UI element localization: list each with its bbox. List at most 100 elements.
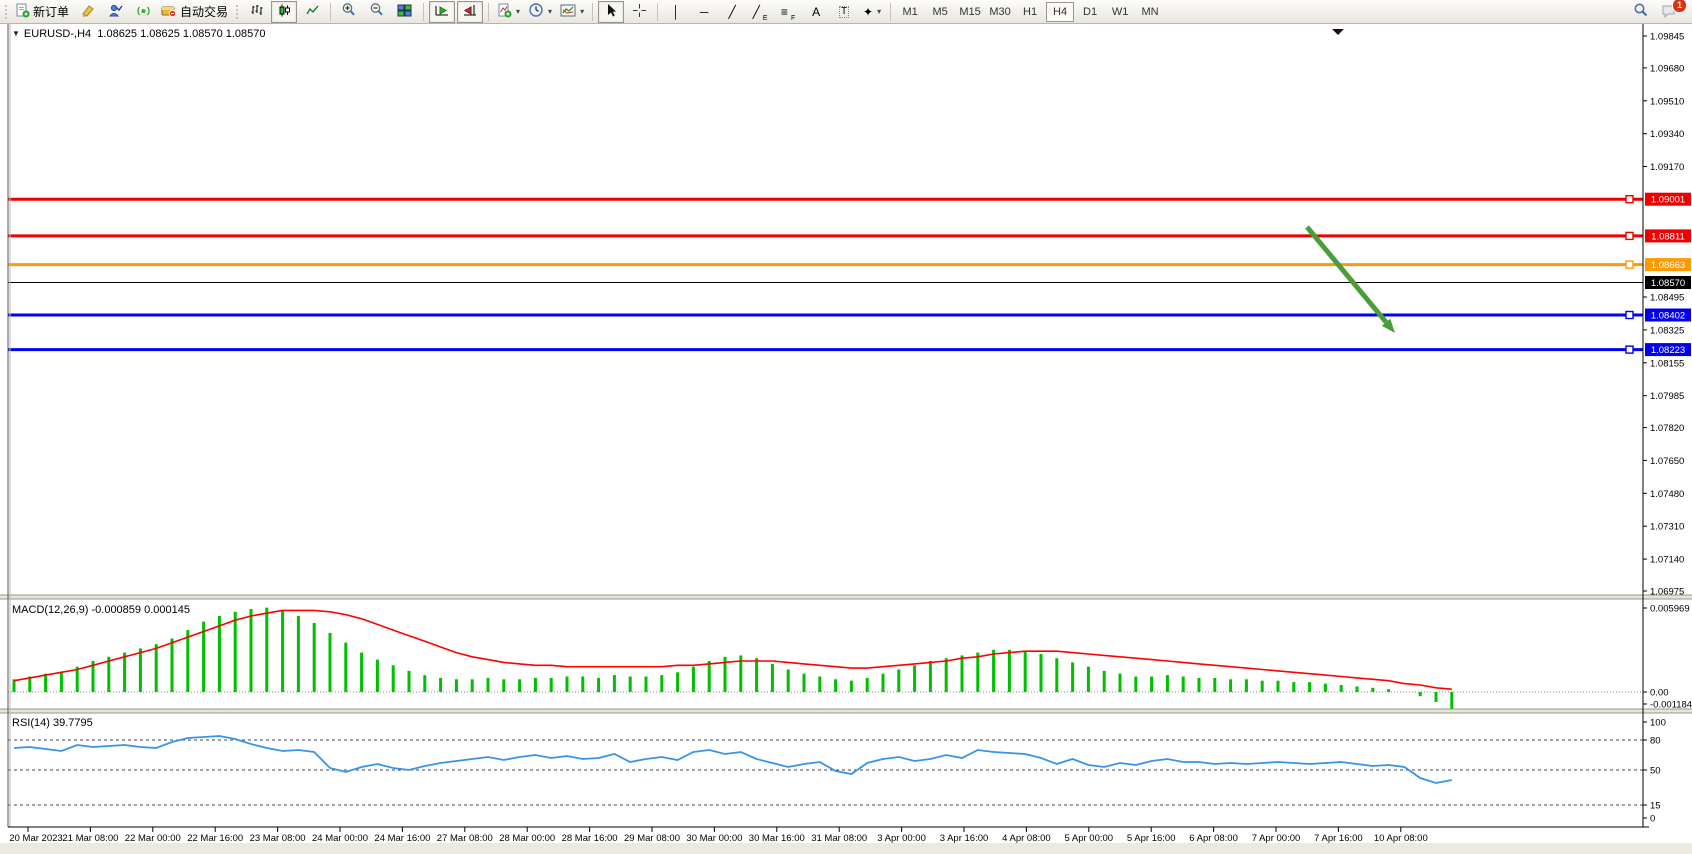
text-label-tool-button[interactable]: T	[831, 1, 857, 23]
notification-badge: 1	[1672, 0, 1687, 13]
svg-text:1.07480: 1.07480	[1650, 489, 1684, 500]
candlestick-mode-button[interactable]	[271, 1, 297, 23]
horizontal-lines-layer[interactable]: 1.090011.088111.086631.085701.084021.082…	[8, 193, 1691, 356]
indicators-button[interactable]: ▾	[494, 1, 523, 23]
chart-menu-icon[interactable]: ▼	[12, 29, 20, 38]
svg-text:23 Mar 08:00: 23 Mar 08:00	[250, 833, 306, 844]
svg-text:1.08495: 1.08495	[1650, 293, 1684, 304]
search-icon	[1633, 2, 1649, 21]
svg-text:0.00: 0.00	[1650, 688, 1669, 699]
arrows-tool-button[interactable]: ✦▾	[859, 1, 885, 23]
svg-text:3 Apr 16:00: 3 Apr 16:00	[940, 833, 989, 844]
autotrade-button[interactable]: 自动交易	[158, 1, 231, 23]
channel-tool-button[interactable]: ╱E	[747, 1, 773, 23]
svg-text:50: 50	[1650, 766, 1661, 777]
line-chart-mode-button[interactable]	[299, 1, 325, 23]
svg-text:1.09170: 1.09170	[1650, 162, 1684, 173]
svg-text:100: 100	[1650, 718, 1666, 729]
svg-text:-0.001184: -0.001184	[1650, 700, 1692, 711]
candlestick-icon	[277, 3, 292, 21]
trendline-tool-button[interactable]: ╱	[719, 1, 745, 23]
chart-shift-button[interactable]	[457, 1, 483, 23]
timeframe-w1-button[interactable]: W1	[1106, 2, 1134, 22]
new-order-label: 新订单	[33, 3, 69, 20]
line-chart-icon	[305, 3, 320, 21]
text-label-icon: T	[839, 6, 849, 18]
trend-arrow-annotation[interactable]	[1307, 227, 1395, 333]
time-axis[interactable]: 20 Mar 202321 Mar 08:0022 Mar 00:0022 Ma…	[9, 827, 1427, 844]
timeframe-mn-button[interactable]: MN	[1136, 2, 1164, 22]
timeframe-m30-button[interactable]: M30	[986, 2, 1014, 22]
cursor-icon	[604, 3, 618, 21]
crosshair-icon	[632, 3, 647, 21]
svg-text:1.09510: 1.09510	[1650, 96, 1684, 107]
rsi-pane: 1008050150	[8, 718, 1666, 825]
timeframe-m1-button[interactable]: M1	[896, 2, 924, 22]
highlighter-button[interactable]	[74, 1, 100, 23]
svg-text:1.08155: 1.08155	[1650, 358, 1684, 369]
svg-text:1.09001: 1.09001	[1651, 195, 1685, 206]
chart-canvas[interactable]: 1.090011.088111.086631.085701.084021.082…	[0, 24, 1692, 849]
autotrade-label: 自动交易	[180, 3, 228, 20]
svg-text:1.07310: 1.07310	[1650, 522, 1684, 533]
vertical-line-icon: │	[672, 6, 680, 18]
toolbar-grip[interactable]	[4, 4, 8, 20]
svg-text:15: 15	[1650, 801, 1661, 812]
text-tool-button[interactable]: A	[803, 1, 829, 23]
vline-tool-button[interactable]: │	[663, 1, 689, 23]
dropdown-arrow-icon[interactable]: ▾	[516, 7, 520, 16]
macd-indicator-label: MACD(12,26,9) -0.000859 0.000145	[12, 604, 190, 616]
signal-icon	[136, 3, 151, 21]
new-order-button[interactable]: 新订单	[12, 1, 72, 23]
search-button[interactable]	[1628, 1, 1654, 23]
svg-text:1.08570: 1.08570	[1651, 278, 1685, 289]
notifications-button[interactable]: 1	[1656, 1, 1682, 23]
crosshair-tool-button[interactable]	[626, 1, 652, 23]
rsi-name: RSI(14)	[12, 717, 50, 729]
signals-button[interactable]	[130, 1, 156, 23]
periods-button[interactable]: ▾	[525, 1, 555, 23]
templates-button[interactable]: ▾	[557, 1, 587, 23]
dropdown-arrow-icon[interactable]: ▾	[877, 7, 881, 16]
svg-text:1.08325: 1.08325	[1650, 325, 1684, 336]
fibo-sub-label: F	[791, 15, 795, 22]
toolbar-grip[interactable]	[235, 4, 239, 20]
dropdown-arrow-icon[interactable]: ▾	[548, 7, 552, 16]
svg-text:30 Mar 00:00: 30 Mar 00:00	[686, 833, 742, 844]
timeframe-m5-button[interactable]: M5	[926, 2, 954, 22]
market-watch-button[interactable]	[102, 1, 128, 23]
svg-text:1.07985: 1.07985	[1650, 391, 1684, 402]
svg-text:29 Mar 08:00: 29 Mar 08:00	[624, 833, 680, 844]
tile-windows-button[interactable]	[392, 1, 418, 23]
chart-window[interactable]: 1.090011.088111.086631.085701.084021.082…	[0, 24, 1692, 849]
channel-sub-label: E	[763, 15, 768, 22]
svg-text:28 Mar 00:00: 28 Mar 00:00	[499, 833, 555, 844]
svg-text:27 Mar 08:00: 27 Mar 08:00	[437, 833, 493, 844]
chart-symbol-period: EURUSD-,H4	[24, 28, 91, 40]
timeframe-h4-button[interactable]: H4	[1046, 2, 1074, 22]
svg-text:5 Apr 00:00: 5 Apr 00:00	[1064, 833, 1113, 844]
zoom-out-button[interactable]	[364, 1, 390, 23]
svg-text:22 Mar 16:00: 22 Mar 16:00	[187, 833, 243, 844]
chart-shift-marker	[1332, 29, 1344, 35]
svg-text:1.09340: 1.09340	[1650, 129, 1684, 140]
svg-text:4 Apr 08:00: 4 Apr 08:00	[1002, 833, 1051, 844]
hline-tool-button[interactable]: ─	[691, 1, 717, 23]
svg-text:1.06975: 1.06975	[1650, 587, 1684, 598]
fibonacci-tool-button[interactable]: ≡F	[775, 1, 801, 23]
pane-separators[interactable]	[0, 595, 1692, 713]
auto-scroll-button[interactable]	[429, 1, 455, 23]
svg-text:1.07820: 1.07820	[1650, 423, 1684, 434]
macd-pane: 0.0059690.00-0.001184	[8, 604, 1692, 711]
indicators-icon	[497, 3, 512, 21]
bar-chart-mode-button[interactable]	[243, 1, 269, 23]
zoom-out-icon	[369, 2, 385, 21]
cursor-tool-button[interactable]	[598, 1, 624, 23]
rsi-value: 39.7795	[53, 717, 93, 729]
toolbar: 新订单 自动交易	[0, 0, 1692, 24]
timeframe-d1-button[interactable]: D1	[1076, 2, 1104, 22]
timeframe-m15-button[interactable]: M15	[956, 2, 984, 22]
dropdown-arrow-icon[interactable]: ▾	[580, 7, 584, 16]
zoom-in-button[interactable]	[336, 1, 362, 23]
timeframe-h1-button[interactable]: H1	[1016, 2, 1044, 22]
